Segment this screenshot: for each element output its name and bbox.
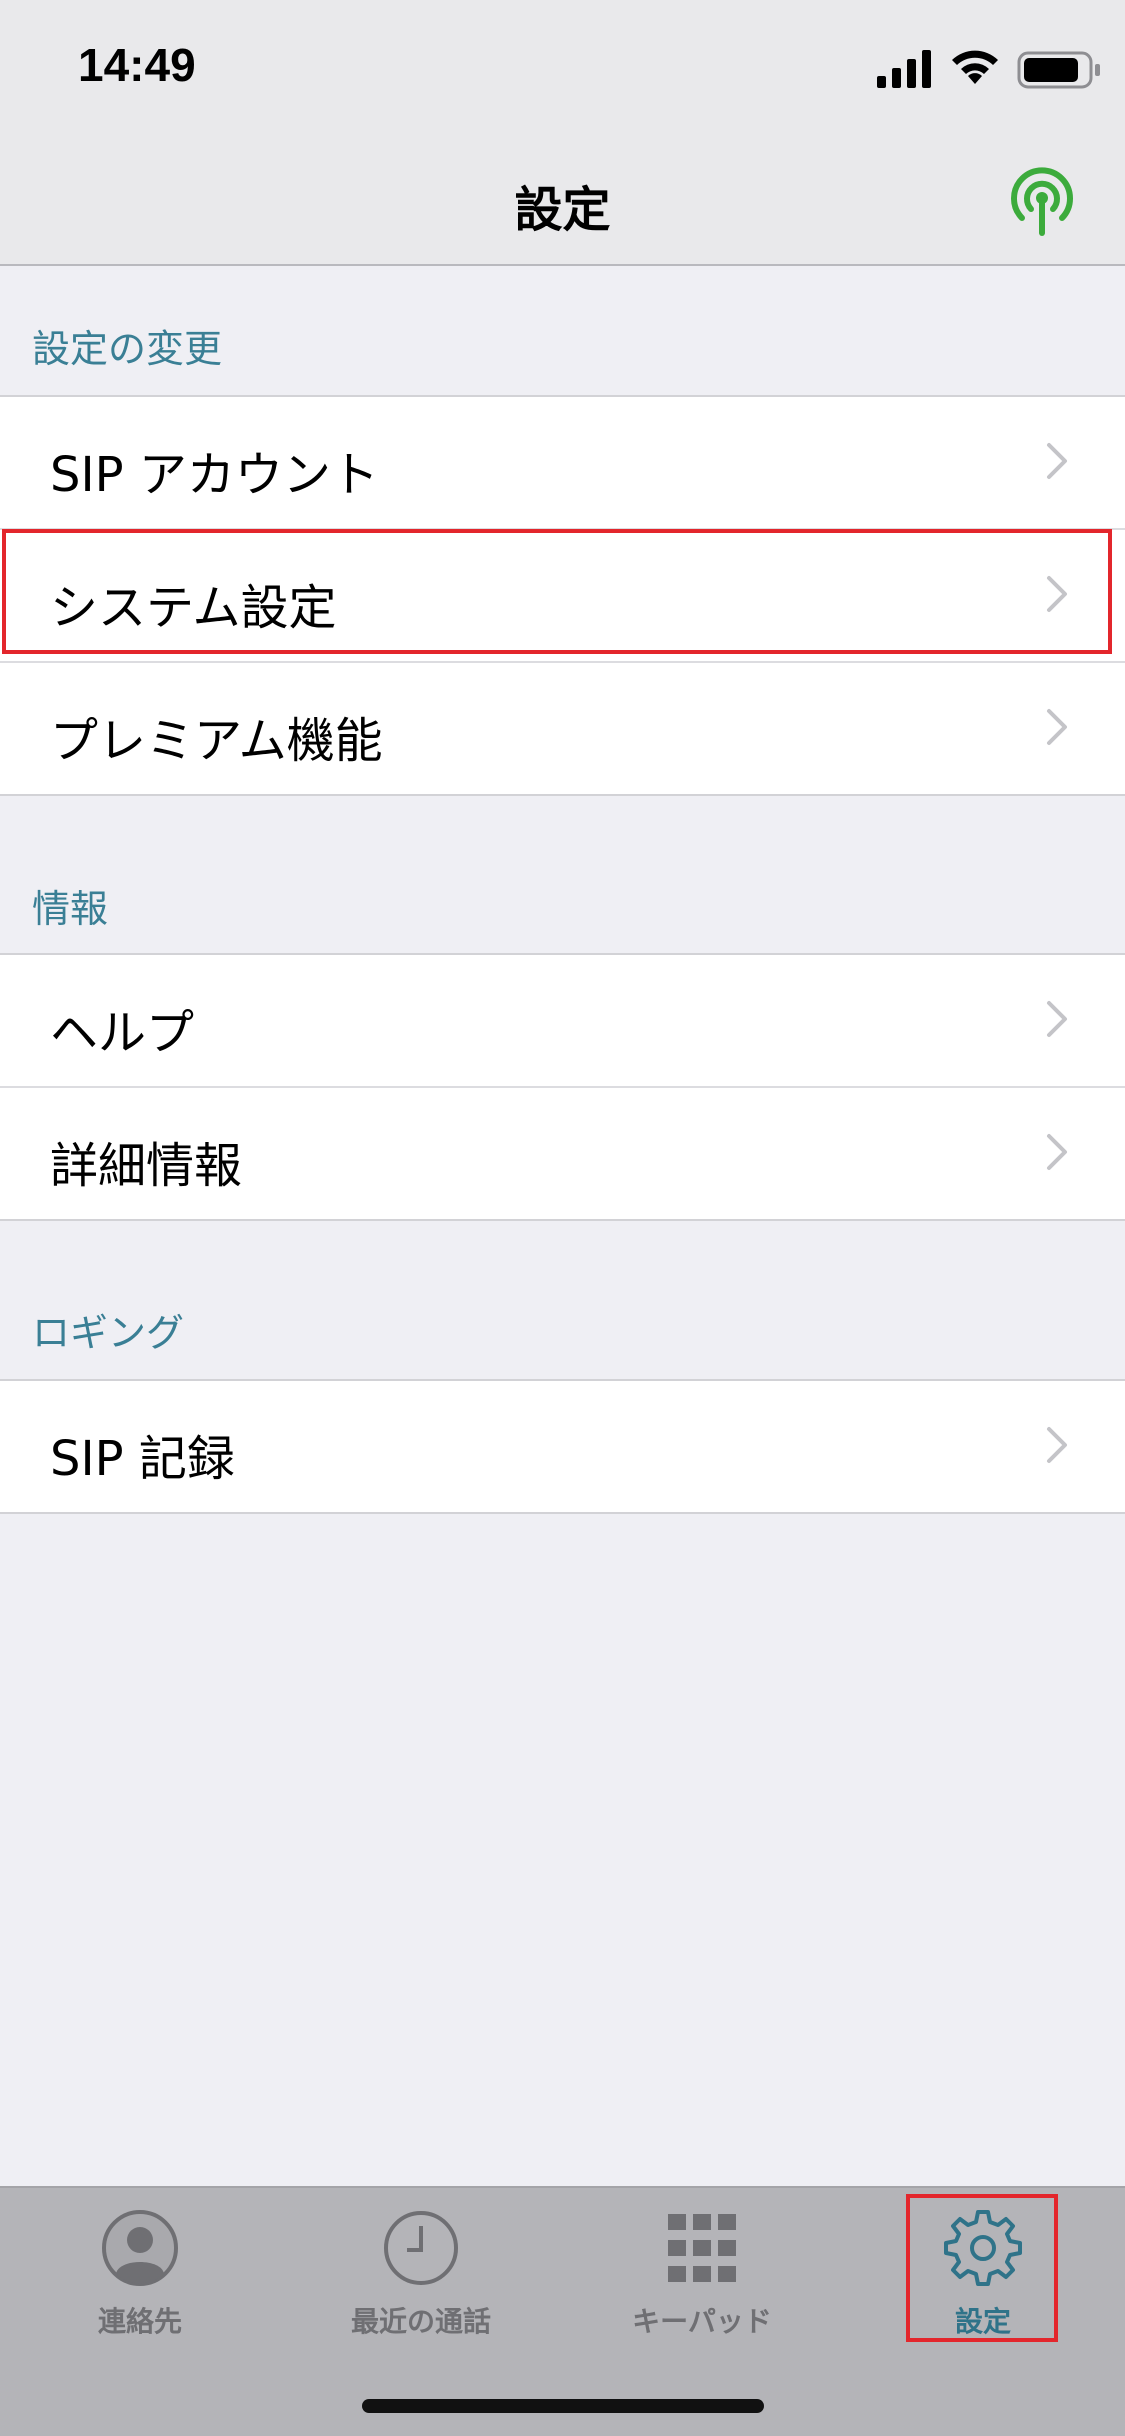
status-bar: 14:49 — [0, 0, 1125, 132]
tab-recents[interactable]: 最近の通話 — [321, 2208, 521, 2358]
section-header-info: 情報 — [32, 887, 109, 931]
status-time: 14:49 — [78, 39, 196, 91]
home-indicator[interactable] — [362, 2399, 764, 2413]
row-help[interactable]: ヘルプ — [0, 955, 1125, 1088]
section-header-logging: ロギング — [32, 1311, 185, 1355]
tab-keypad[interactable]: キーパッド — [602, 2208, 802, 2358]
logging-group: SIP 記録 — [0, 1379, 1125, 1514]
row-label: SIP アカウント — [50, 447, 379, 503]
chevron-right-icon — [1047, 443, 1067, 479]
tab-label: キーパッド — [632, 2305, 772, 2338]
keypad-icon — [668, 2214, 736, 2282]
page-title: 設定 — [514, 182, 611, 238]
navigation-bar: 設定 — [0, 132, 1125, 266]
highlight-box — [2, 529, 1112, 654]
clock-icon — [384, 2211, 458, 2285]
chevron-right-icon — [1047, 1134, 1067, 1170]
row-label: 詳細情報 — [50, 1138, 243, 1194]
chevron-right-icon — [1047, 709, 1067, 745]
tab-label: 最近の通話 — [350, 2305, 491, 2338]
tab-contacts[interactable]: 連絡先 — [40, 2208, 240, 2358]
contact-icon — [102, 2210, 178, 2286]
section-header-settings-change: 設定の変更 — [32, 327, 223, 371]
cellular-signal-icon — [877, 50, 931, 88]
row-sip-log[interactable]: SIP 記録 — [0, 1381, 1125, 1512]
tab-highlight-box — [906, 2194, 1058, 2342]
settings-screen: 14:49 設定 設定の変更 SIP アカウント システム設定 プレミアム機能 … — [0, 0, 1125, 2436]
row-sip-account[interactable]: SIP アカウント — [0, 397, 1125, 530]
wifi-icon — [952, 50, 998, 84]
broadcast-icon[interactable] — [1004, 162, 1080, 238]
row-label: プレミアム機能 — [50, 713, 383, 769]
info-group: ヘルプ 詳細情報 — [0, 953, 1125, 1221]
chevron-right-icon — [1047, 1001, 1067, 1037]
row-label: SIP 記録 — [50, 1431, 235, 1487]
tab-label: 連絡先 — [97, 2305, 182, 2338]
row-label: ヘルプ — [50, 1005, 195, 1061]
row-premium-features[interactable]: プレミアム機能 — [0, 663, 1125, 794]
row-details[interactable]: 詳細情報 — [0, 1088, 1125, 1219]
battery-icon — [1017, 51, 1100, 89]
chevron-right-icon — [1047, 1427, 1067, 1463]
